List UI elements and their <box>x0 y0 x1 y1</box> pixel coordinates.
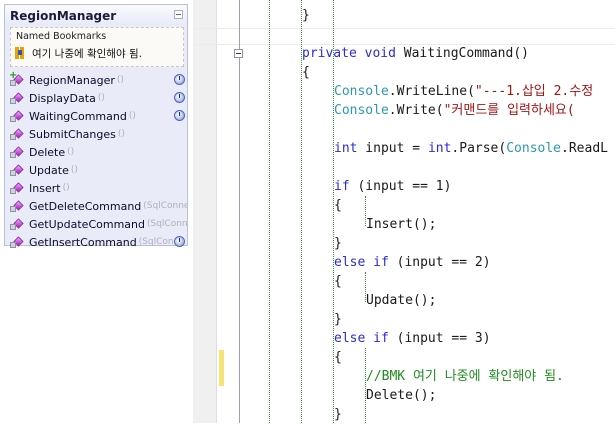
code-line: } <box>334 312 342 327</box>
member-signature: () <box>116 75 124 85</box>
code-line: Console.WriteLine("---1.삽입 2.수정 <box>334 84 594 99</box>
bookmark-label: 여기 나중에 확인해야 됨. <box>32 47 142 60</box>
member-signature: () <box>117 129 125 139</box>
method-icon <box>10 163 26 177</box>
member-name: Delete <box>29 145 66 159</box>
member-name: RegionManager <box>29 73 115 87</box>
method-icon <box>10 91 26 105</box>
member-name: DisplayData <box>29 91 96 105</box>
member-item[interactable]: Update() <box>5 161 187 179</box>
method-icon <box>10 217 26 231</box>
navigate-icon[interactable] <box>174 236 185 247</box>
bookmark-item[interactable]: 여기 나중에 확인해야 됨. <box>15 45 142 61</box>
named-bookmarks-box: Named Bookmarks 여기 나중에 확인해야 됨. <box>10 27 184 67</box>
member-name: GetUpdateCommand <box>29 217 145 231</box>
member-name: SubmitChanges <box>29 127 116 141</box>
editor-margin <box>193 0 216 423</box>
member-item[interactable]: WaitingCommand() <box>5 107 187 125</box>
collapse-region-icon[interactable] <box>234 49 243 58</box>
member-item[interactable]: GetUpdateCommand(SqlConnect <box>5 215 187 233</box>
code-line: Console.Write("커맨드를 입력하세요( <box>334 103 575 118</box>
code-line: } <box>334 236 342 251</box>
code-line: else if (input == 2) <box>334 255 491 270</box>
member-signature: () <box>62 183 70 193</box>
member-signature: (SqlConnectio <box>143 201 187 211</box>
member-name: Insert <box>29 181 61 195</box>
method-icon <box>10 127 26 141</box>
collapse-icon[interactable] <box>174 10 183 19</box>
code-line: { <box>334 350 342 365</box>
member-item[interactable]: GetInsertCommand (SqlConne <box>5 233 187 251</box>
region-manager-panel: RegionManager Named Bookmarks 여기 나중에 확인해… <box>4 4 188 249</box>
code-comment: //BMK 여기 나중에 확인해야 됨. <box>366 369 564 384</box>
current-line-highlight <box>193 28 615 45</box>
member-item[interactable]: SubmitChanges() <box>5 125 187 143</box>
code-line: Delete(); <box>366 388 437 403</box>
member-item[interactable]: GetDeleteCommand(SqlConnectio <box>5 197 187 215</box>
member-item[interactable]: Delete() <box>5 143 187 161</box>
member-list: + RegionManager() DisplayData() WaitingComm… <box>5 71 187 251</box>
member-name: GetInsertCommand <box>29 235 137 249</box>
member-item[interactable]: Insert() <box>5 179 187 197</box>
region-manager-title: RegionManager <box>10 9 117 23</box>
named-bookmarks-title: Named Bookmarks <box>16 31 107 42</box>
member-signature: () <box>128 111 136 121</box>
navigate-icon[interactable] <box>174 74 185 85</box>
bookmark-icon <box>15 46 26 60</box>
member-item[interactable]: + RegionManager() <box>5 71 187 89</box>
method-icon <box>10 235 26 249</box>
navigate-icon[interactable] <box>174 92 185 103</box>
member-name: Update <box>29 163 69 177</box>
code-line: if (input == 1) <box>334 179 452 194</box>
code-line: { <box>302 65 310 80</box>
code-line: { <box>334 274 342 289</box>
method-icon <box>10 109 26 123</box>
method-icon <box>10 181 26 195</box>
member-name: WaitingCommand <box>29 109 127 123</box>
region-manager-header[interactable]: RegionManager <box>5 5 187 25</box>
code-line: private void WaitingCommand() <box>302 46 529 61</box>
code-line: Update(); <box>366 293 437 308</box>
code-line: } <box>302 8 310 23</box>
code-line: Insert(); <box>366 217 437 232</box>
member-signature: (SqlConnect <box>146 219 187 229</box>
member-name: GetDeleteCommand <box>29 199 142 213</box>
navigate-icon[interactable] <box>174 110 185 121</box>
member-signature: () <box>70 165 78 175</box>
code-line: } <box>334 407 342 422</box>
code-line: else if (input == 3) <box>334 331 491 346</box>
code-editor[interactable]: } private void WaitingCommand() { Consol… <box>193 0 615 423</box>
member-item[interactable]: DisplayData() <box>5 89 187 107</box>
outline-line <box>239 0 240 423</box>
region-manager-pane: RegionManager Named Bookmarks 여기 나중에 확인해… <box>0 0 193 423</box>
method-icon <box>10 199 26 213</box>
change-indicator <box>219 350 224 386</box>
code-line: int input = int.Parse(Console.ReadL <box>334 141 608 156</box>
indent-guide <box>269 0 270 423</box>
member-signature: () <box>67 147 75 157</box>
member-signature: () <box>97 93 105 103</box>
method-icon: + <box>9 71 26 87</box>
method-icon <box>10 145 26 159</box>
code-line: { <box>334 198 342 213</box>
